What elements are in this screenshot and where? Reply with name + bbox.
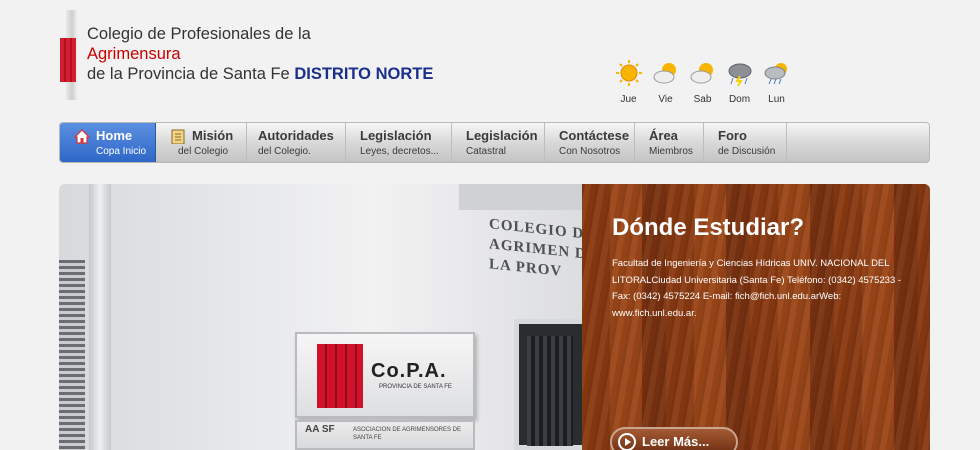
nav-item-contactese[interactable]: Contáctese Con Nosotros — [545, 123, 635, 162]
nav-item-sublabel: Con Nosotros — [559, 146, 621, 157]
nav-item-label: Misión — [192, 128, 234, 143]
nav-item-home[interactable]: Home Copa Inicio — [60, 123, 156, 162]
weather-day: Jue — [610, 60, 647, 105]
copa-logo-stripes — [317, 344, 363, 408]
site-title[interactable]: Colegio de Profesionales de la Agrimensu… — [87, 24, 433, 84]
nav-item-autoridades[interactable]: Autoridades del Colegio. — [247, 123, 346, 162]
nav-item-legislacion-catastral[interactable]: Legislación Catastral — [452, 123, 545, 162]
site-logo[interactable] — [58, 8, 80, 100]
plaque2-text: ASOCIACION DE AGRIMENSORES DE SANTA FE — [353, 427, 462, 441]
entrance-door — [514, 319, 582, 450]
banner-heading: Dónde Estudiar? — [612, 214, 805, 241]
nav-item-sublabel: Copa Inicio — [96, 146, 147, 157]
rain-sun-icon — [764, 63, 787, 85]
nav-item-area[interactable]: Área Miembros — [635, 123, 704, 162]
info-panel: Dónde Estudiar? Facultad de Ingeniería y… — [582, 184, 930, 450]
logo-red-stripes — [60, 38, 76, 82]
nav-item-label: Home — [96, 128, 133, 143]
weather-day: Sab — [684, 60, 721, 105]
nav-item-label: Legislación — [466, 128, 538, 143]
nav-item-sublabel: del Colegio. — [258, 146, 311, 157]
nav-item-mision[interactable]: Misión del Colegio — [156, 123, 247, 162]
weather-day-label: Lun — [768, 94, 785, 105]
home-icon — [74, 129, 90, 144]
clipboard-icon — [171, 129, 185, 144]
featured-banner: COLEGIO DE AGRIMEN DE LA PROV Co.P.A. PR… — [59, 184, 930, 450]
nav-item-sublabel: Miembros — [649, 146, 693, 157]
district-label: DISTRITO NORTE — [294, 65, 434, 83]
partly-cloudy-icon — [653, 63, 676, 84]
nav-item-foro[interactable]: Foro de Discusión — [704, 123, 787, 162]
nav-item-label: Área — [649, 128, 678, 143]
window-blinds — [59, 260, 85, 450]
partly-cloudy-icon — [690, 63, 713, 84]
storm-icon — [728, 63, 751, 86]
weather-day: Lun — [758, 60, 795, 105]
title-line-2: Agrimensura — [87, 45, 181, 63]
plaque-subtext: PROVINCIA DE SANTA FE — [379, 384, 452, 390]
facade-panel — [459, 184, 582, 210]
nav-item-label: Legislación — [360, 128, 432, 143]
play-icon — [618, 433, 636, 450]
weather-day-label: Jue — [620, 94, 637, 105]
plaque-logo-text: Co.P.A. — [371, 360, 447, 382]
weather-day-label: Vie — [658, 94, 673, 105]
plaque2-letters: AA SF — [305, 424, 335, 435]
read-more-button[interactable]: Leer Más... — [610, 427, 738, 450]
title-line-3: de la Provincia de Santa Fe — [87, 65, 290, 83]
sun-icon — [615, 60, 642, 86]
weather-day-label: Sab — [693, 94, 712, 105]
association-plaque: AA SF ASOCIACION DE AGRIMENSORES DE SANT… — [295, 420, 475, 450]
banner-body: Facultad de Ingeniería y Ciencias Hídric… — [612, 258, 902, 319]
title-line-1: Colegio de Profesionales de la — [87, 25, 311, 43]
nav-item-label: Foro — [718, 128, 747, 143]
nav-item-sublabel: Leyes, decretos... — [360, 146, 439, 157]
nav-item-label: Autoridades — [258, 128, 334, 143]
main-nav: Home Copa Inicio Misión del Colegio Auto… — [59, 122, 930, 163]
weather-day: Vie — [647, 60, 684, 105]
weather-day: Dom — [721, 60, 758, 105]
nav-item-label: Contáctese — [559, 128, 630, 143]
nav-item-sublabel: del Colegio — [178, 146, 229, 157]
copa-plaque: Co.P.A. PROVINCIA DE SANTA FE — [295, 332, 475, 418]
weather-day-label: Dom — [728, 94, 751, 105]
nav-item-sublabel: Catastral — [466, 146, 507, 157]
building-photo: COLEGIO DE AGRIMEN DE LA PROV Co.P.A. PR… — [59, 184, 582, 450]
read-more-label: Leer Más... — [642, 434, 710, 449]
nav-item-sublabel: de Discusión — [718, 146, 776, 157]
weather-forecast: Jue Vie Sab Dom Lun — [610, 60, 795, 105]
facade-sign: COLEGIO DE AGRIMEN DE LA PROV — [489, 216, 582, 280]
facade-column — [89, 184, 111, 450]
nav-item-legislacion[interactable]: Legislación Leyes, decretos... — [346, 123, 452, 162]
